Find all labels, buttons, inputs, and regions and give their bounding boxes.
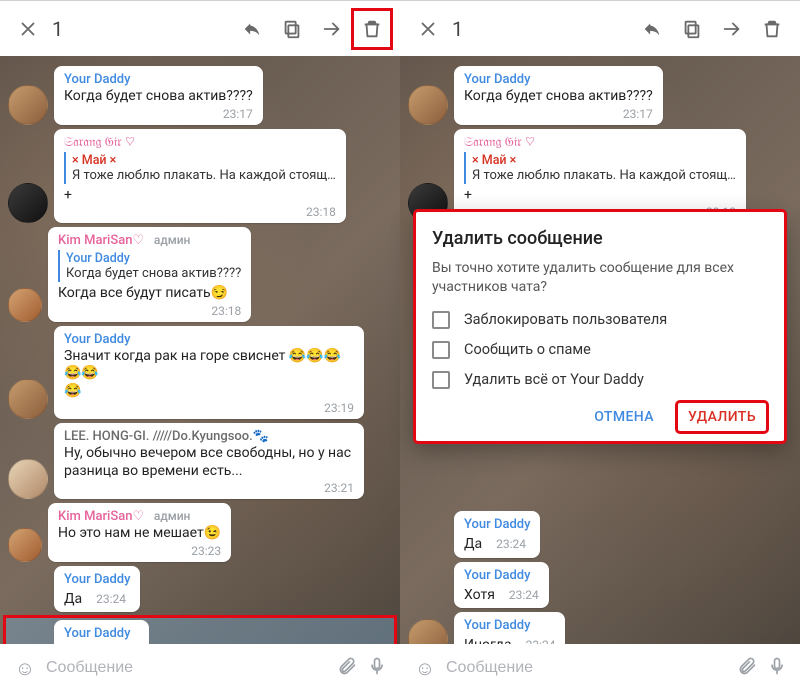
message-bubble[interactable]: LEE. HONG-GI. /////Do.Kyungsoo.🐾 Ну, обы…: [54, 423, 364, 499]
message-row[interactable]: Kim MariSan♡ админ Но это нам не мешает😉…: [4, 503, 396, 562]
message-row[interactable]: Your Daddy Когда будет снова актив???? 2…: [4, 66, 396, 125]
message-bubble[interactable]: Your Daddy Да 23:24: [54, 566, 140, 613]
screenshot-left: 1 Your Daddy Когда будет снова актив????…: [0, 0, 400, 692]
message-input[interactable]: [42, 653, 332, 683]
avatar[interactable]: [8, 183, 48, 223]
message-text: Да: [64, 591, 82, 607]
message-time: 23:23: [191, 544, 221, 558]
checkbox-icon[interactable]: [432, 371, 450, 389]
quote-sender: Your Daddy: [66, 251, 241, 266]
message-text: Но это нам не мешает😉: [58, 525, 221, 543]
quote-sender: × Май ×: [72, 153, 336, 168]
selected-count: 1: [52, 17, 63, 41]
message-bubble[interactable]: Your Daddy Хотя 23:24: [54, 620, 149, 644]
message-row[interactable]: Your Daddy Значит когда рак на горе свис…: [4, 326, 396, 420]
avatar: [408, 85, 448, 125]
avatar[interactable]: [8, 379, 48, 419]
checkbox-report-spam[interactable]: Сообщить о спаме: [432, 341, 768, 359]
mic-icon[interactable]: [762, 656, 792, 681]
close-icon[interactable]: [8, 9, 48, 49]
delete-icon[interactable]: [352, 9, 392, 49]
message-text: Ну, обычно вечером все свободны, но у на…: [64, 445, 354, 480]
checkbox-delete-all-from-user[interactable]: Удалить всё от Your Daddy: [432, 371, 768, 389]
reply-icon[interactable]: [232, 9, 272, 49]
message-time: 23:21: [324, 481, 354, 495]
dialog-description: Вы точно хотите удалить сообщение для вс…: [432, 259, 768, 297]
message-text: Значит когда рак на горе свиснет 😂😂😂😂😂: [64, 348, 354, 383]
sender-name: Your Daddy: [64, 72, 253, 87]
reply-quote: × Май × Я тоже люблю плакать. На каждой …: [64, 152, 336, 184]
message-text: Когда все будут писать😏: [58, 285, 241, 303]
avatar[interactable]: [8, 528, 42, 562]
dialog-title: Удалить сообщение: [432, 228, 768, 249]
selected-message-highlight[interactable]: Your Daddy Хотя 23:24: [4, 616, 396, 644]
sender-name: 𝔖𝔞𝔯𝔞𝔫𝔤 𝔊𝔦𝔯 ♡: [64, 135, 336, 150]
reply-quote: Your Daddy Когда будет снова актив????: [58, 250, 241, 282]
message-bubble[interactable]: Your Daddy Значит когда рак на горе свис…: [54, 326, 364, 420]
mic-icon[interactable]: [362, 656, 392, 681]
sender-name: Your Daddy: [64, 332, 354, 347]
message-time: 23:17: [223, 107, 253, 121]
copy-icon[interactable]: [672, 9, 712, 49]
message-bubble[interactable]: 𝔖𝔞𝔯𝔞𝔫𝔤 𝔊𝔦𝔯 ♡ × Май × Я тоже люблю плакат…: [54, 129, 346, 224]
composer: ☺: [0, 644, 400, 692]
sender-name: Kim MariSan♡ админ: [58, 509, 221, 524]
checkbox-label: Удалить всё от Your Daddy: [464, 371, 644, 388]
quote-text: Я тоже люблю плакать. На каждой стоящ…: [72, 168, 336, 183]
message-row[interactable]: LEE. HONG-GI. /////Do.Kyungsoo.🐾 Ну, обы…: [4, 423, 396, 499]
selection-toolbar: 1: [400, 0, 800, 56]
message-bubble[interactable]: Kim MariSan♡ админ Но это нам не мешает😉…: [48, 503, 231, 562]
screenshot-right: 1 Your Daddy Когда будет снова актив????…: [400, 0, 800, 692]
checkbox-label: Сообщить о спаме: [464, 341, 591, 358]
copy-icon[interactable]: [272, 9, 312, 49]
message-text-extra: 😂: [64, 383, 354, 401]
composer: ☺: [400, 644, 800, 692]
checkbox-icon[interactable]: [432, 341, 450, 359]
message-row[interactable]: Kim MariSan♡ админ Your Daddy Когда буде…: [4, 227, 396, 322]
selected-count: 1: [452, 17, 463, 41]
checkbox-block-user[interactable]: Заблокировать пользователя: [432, 311, 768, 329]
delete-dialog: Удалить сообщение Вы точно хотите удалит…: [414, 210, 786, 443]
forward-icon[interactable]: [712, 9, 752, 49]
sender-name: LEE. HONG-GI. /////Do.Kyungsoo.🐾: [64, 429, 354, 444]
message-text: +: [64, 187, 336, 205]
avatar[interactable]: [8, 288, 42, 322]
checkbox-icon[interactable]: [432, 311, 450, 329]
emoji-icon[interactable]: ☺: [408, 656, 442, 681]
attach-icon[interactable]: [732, 656, 762, 681]
emoji-icon[interactable]: ☺: [8, 656, 42, 681]
delete-icon[interactable]: [752, 9, 792, 49]
sender-name: Your Daddy: [64, 572, 130, 587]
reply-icon[interactable]: [632, 9, 672, 49]
sender-name: Kim MariSan♡ админ: [58, 233, 241, 248]
message-time: 23:18: [306, 205, 336, 219]
quote-text: Когда будет снова актив????: [66, 266, 241, 281]
sender-name: Your Daddy: [64, 626, 139, 641]
close-icon[interactable]: [408, 9, 448, 49]
message-bubble[interactable]: Kim MariSan♡ админ Your Daddy Когда буде…: [48, 227, 251, 322]
attach-icon[interactable]: [332, 656, 362, 681]
message-text: Когда будет снова актив????: [64, 88, 253, 106]
message-time: 23:19: [324, 401, 354, 415]
forward-icon[interactable]: [312, 9, 352, 49]
message-row[interactable]: 𝔖𝔞𝔯𝔞𝔫𝔤 𝔊𝔦𝔯 ♡ × Май × Я тоже люблю плакат…: [4, 129, 396, 224]
chat-area[interactable]: Your Daddy Когда будет снова актив???? 2…: [0, 56, 400, 644]
avatar: [408, 619, 448, 645]
message-bubble[interactable]: Your Daddy Когда будет снова актив???? 2…: [54, 66, 263, 125]
message-row[interactable]: Your Daddy Да 23:24: [4, 566, 396, 613]
selection-toolbar: 1: [0, 0, 400, 56]
message-time: 23:24: [96, 592, 126, 606]
checkbox-label: Заблокировать пользователя: [464, 311, 667, 328]
message-time: 23:18: [211, 304, 241, 318]
message-input[interactable]: [442, 653, 732, 683]
avatar[interactable]: [8, 85, 48, 125]
avatar[interactable]: [8, 459, 48, 499]
cancel-button[interactable]: ОТМЕНА: [582, 401, 666, 433]
delete-button[interactable]: УДАЛИТЬ: [676, 401, 768, 433]
